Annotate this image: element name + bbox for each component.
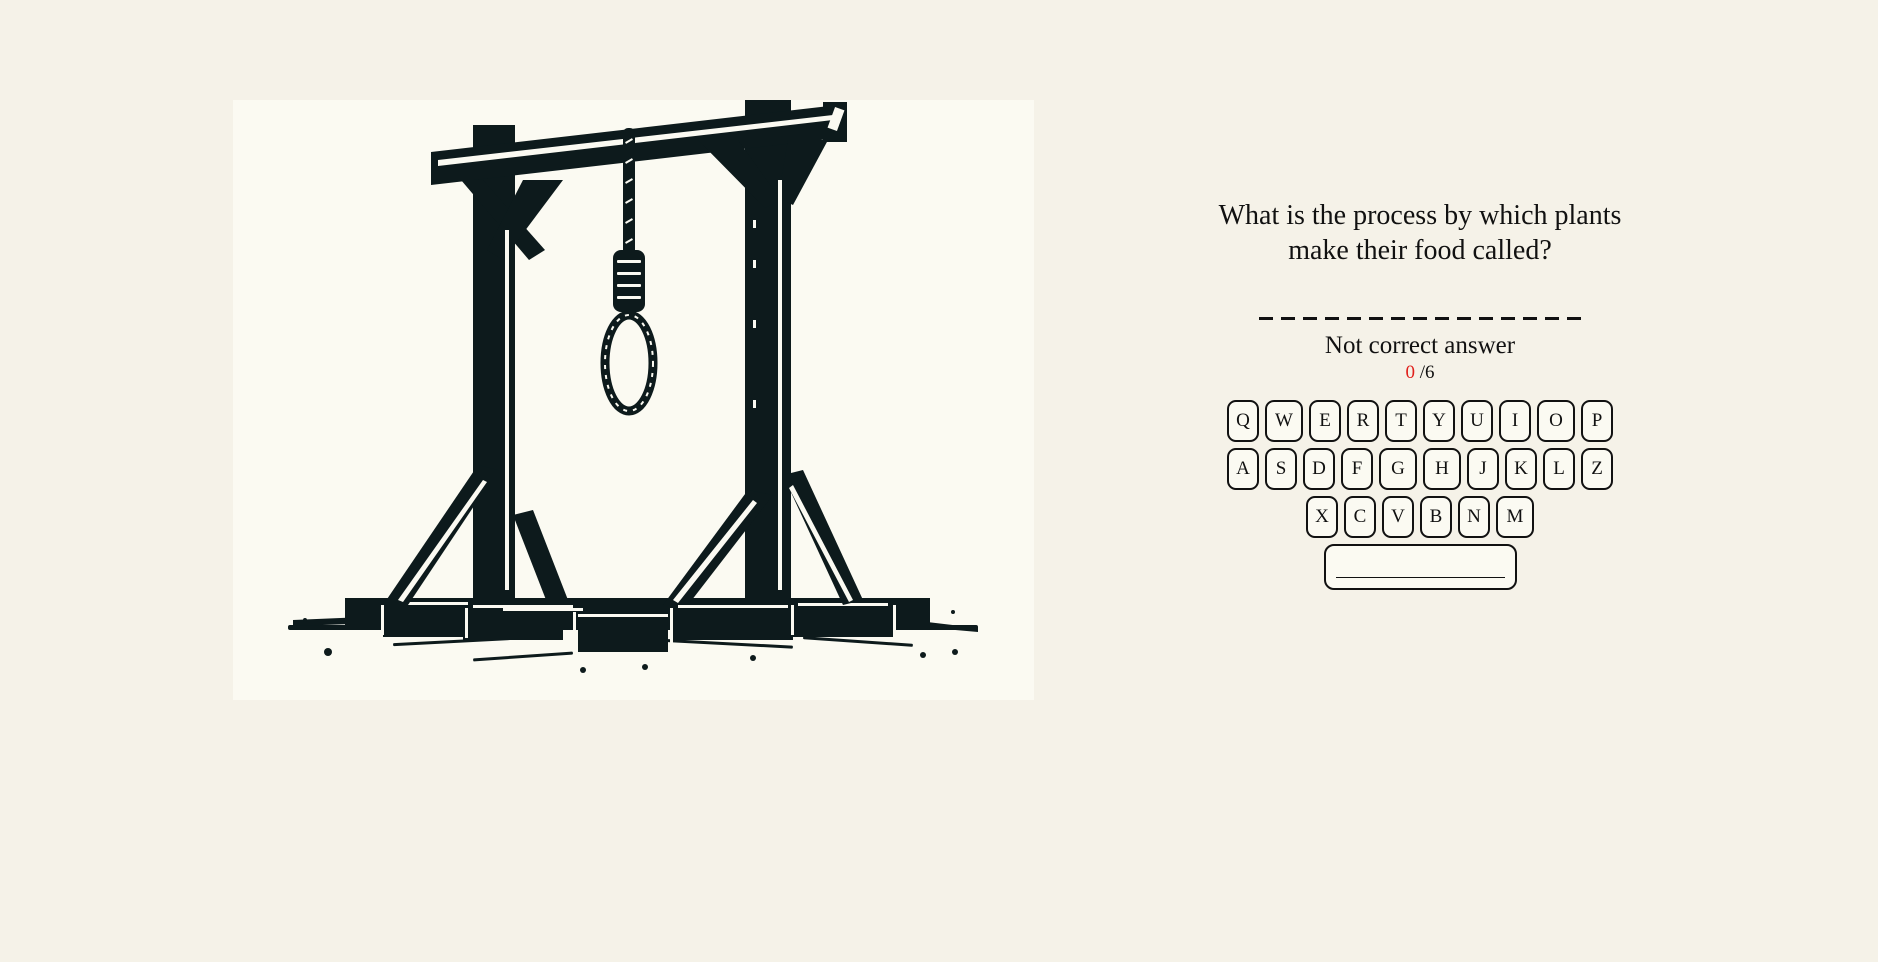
hangman-game: What is the process by which plants make… — [0, 0, 1878, 962]
keyboard-row: XCVBNM — [1306, 496, 1534, 538]
letter-slot — [1567, 317, 1581, 320]
key-g[interactable]: G — [1379, 448, 1417, 490]
letter-slot — [1303, 317, 1317, 320]
space-key[interactable] — [1323, 544, 1517, 590]
key-n[interactable]: N — [1458, 496, 1490, 538]
key-j[interactable]: J — [1467, 448, 1499, 490]
key-q[interactable]: Q — [1227, 400, 1259, 442]
key-z[interactable]: Z — [1581, 448, 1613, 490]
key-f[interactable]: F — [1341, 448, 1373, 490]
key-i[interactable]: I — [1499, 400, 1531, 442]
key-l[interactable]: L — [1543, 448, 1575, 490]
letter-slot — [1391, 317, 1405, 320]
key-b[interactable]: B — [1420, 496, 1452, 538]
question-text: What is the process by which plants make… — [1218, 200, 1622, 266]
key-v[interactable]: V — [1382, 496, 1414, 538]
wrong-guess-count: 0 — [1405, 362, 1415, 383]
key-h[interactable]: H — [1423, 448, 1461, 490]
status-message: Not correct answer — [1324, 332, 1516, 359]
letter-slot — [1259, 317, 1273, 320]
game-panel: What is the process by which plants make… — [1150, 198, 1690, 590]
letter-slot — [1325, 317, 1339, 320]
letter-slot — [1347, 317, 1361, 320]
answer-word — [1150, 298, 1690, 320]
gallows-icon — [288, 100, 978, 673]
key-u[interactable]: U — [1461, 400, 1493, 442]
max-guesses: /6 — [1419, 362, 1435, 383]
keyboard-row: ASDFGHJKLZ — [1227, 448, 1613, 490]
letter-slot — [1457, 317, 1471, 320]
key-k[interactable]: K — [1505, 448, 1537, 490]
key-s[interactable]: S — [1265, 448, 1297, 490]
letter-keyboard: QWERTYUIOP ASDFGHJKLZ XCVBNM — [1150, 400, 1690, 590]
key-c[interactable]: C — [1344, 496, 1376, 538]
mistake-counter: 0 /6 — [1150, 362, 1690, 384]
key-p[interactable]: P — [1581, 400, 1613, 442]
letter-slot — [1281, 317, 1295, 320]
key-y[interactable]: Y — [1423, 400, 1455, 442]
key-a[interactable]: A — [1227, 448, 1259, 490]
letter-slot — [1479, 317, 1493, 320]
key-e[interactable]: E — [1309, 400, 1341, 442]
letter-slot — [1523, 317, 1537, 320]
key-d[interactable]: D — [1303, 448, 1335, 490]
keyboard-row: QWERTYUIOP — [1227, 400, 1613, 442]
gallows-image — [233, 100, 1034, 700]
key-o[interactable]: O — [1537, 400, 1575, 442]
letter-slot — [1545, 317, 1559, 320]
key-t[interactable]: T — [1385, 400, 1417, 442]
letter-slot — [1435, 317, 1449, 320]
letter-slot — [1369, 317, 1383, 320]
key-r[interactable]: R — [1347, 400, 1379, 442]
letter-slot — [1501, 317, 1515, 320]
key-x[interactable]: X — [1306, 496, 1338, 538]
letter-slot — [1413, 317, 1427, 320]
space-bar-line — [1335, 577, 1505, 578]
keyboard-row — [1323, 544, 1517, 590]
key-m[interactable]: M — [1496, 496, 1534, 538]
key-w[interactable]: W — [1265, 400, 1303, 442]
